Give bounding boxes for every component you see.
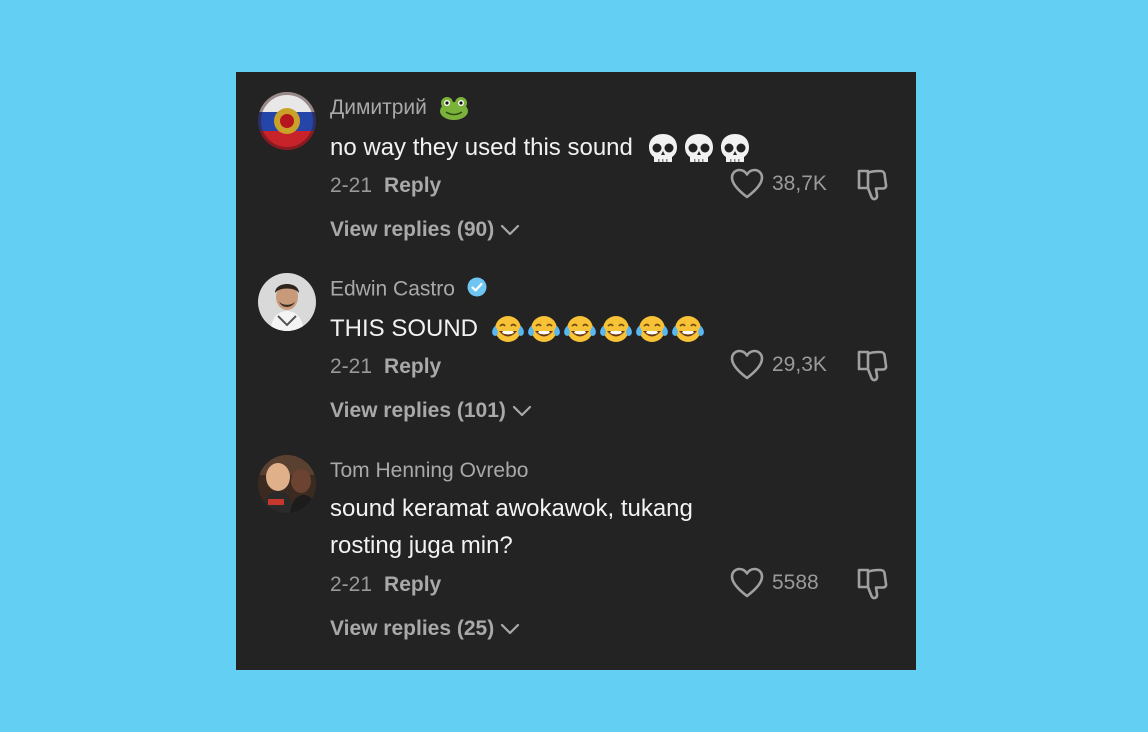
dislike-button[interactable] bbox=[856, 349, 888, 388]
avatar[interactable] bbox=[258, 92, 316, 150]
view-replies-label: View replies (101) bbox=[330, 399, 506, 422]
reply-button[interactable]: Reply bbox=[384, 174, 441, 197]
comment-username[interactable]: Edwin Castro bbox=[330, 277, 487, 303]
tears-of-joy-icon bbox=[599, 315, 632, 342]
comment-username[interactable]: Tom Henning Ovrebo bbox=[330, 459, 528, 483]
comment-text: no way they used this sound bbox=[330, 129, 770, 166]
chevron-down-icon bbox=[501, 623, 520, 635]
like-button[interactable]: 29,3K bbox=[730, 349, 827, 381]
tears-of-joy-icon bbox=[527, 315, 560, 342]
dislike-button[interactable] bbox=[856, 168, 888, 207]
verified-badge-icon bbox=[467, 277, 487, 303]
tears-of-joy-emoji-row bbox=[491, 314, 707, 346]
heart-icon bbox=[730, 168, 764, 199]
heart-icon bbox=[730, 567, 764, 598]
comment-text: sound keramat awokawok, tukang rosting j… bbox=[330, 490, 770, 564]
comment-date: 2-21 bbox=[330, 573, 373, 596]
skull-emoji-row bbox=[646, 132, 754, 166]
skull-icon bbox=[720, 133, 749, 162]
thumbs-down-icon bbox=[857, 350, 888, 382]
comment-date: 2-21 bbox=[330, 174, 373, 197]
chevron-down-icon bbox=[501, 224, 520, 236]
avatar[interactable] bbox=[258, 273, 316, 331]
avatar[interactable] bbox=[258, 455, 316, 513]
view-replies-button[interactable]: View replies (90) bbox=[330, 218, 520, 242]
like-count: 38,7K bbox=[772, 172, 827, 195]
heart-icon bbox=[730, 349, 764, 380]
comment-username[interactable]: Димитрий bbox=[330, 96, 471, 121]
tears-of-joy-icon bbox=[491, 315, 524, 342]
reply-button[interactable]: Reply bbox=[384, 573, 441, 596]
comment-text: THIS SOUND bbox=[330, 310, 770, 347]
thumbs-down-icon bbox=[857, 169, 888, 201]
view-replies-button[interactable]: View replies (101) bbox=[330, 399, 532, 423]
view-replies-button[interactable]: View replies (25) bbox=[330, 617, 520, 641]
comment-meta: 2-21 Reply bbox=[330, 573, 441, 597]
chevron-down-icon bbox=[512, 405, 531, 417]
like-button[interactable]: 5588 bbox=[730, 567, 819, 599]
view-replies-label: View replies (90) bbox=[330, 218, 495, 241]
username-text: Tom Henning Ovrebo bbox=[330, 459, 529, 482]
tears-of-joy-icon bbox=[671, 315, 704, 342]
comment-text-content: THIS SOUND bbox=[330, 315, 479, 342]
comment-text-content: sound keramat awokawok, tukang rosting j… bbox=[330, 495, 693, 559]
dislike-button[interactable] bbox=[856, 567, 888, 606]
frog-icon bbox=[439, 96, 471, 121]
reply-button[interactable]: Reply bbox=[384, 355, 441, 378]
skull-icon bbox=[684, 133, 713, 162]
comment-meta: 2-21 Reply bbox=[330, 174, 441, 198]
like-count: 5588 bbox=[772, 571, 819, 594]
tears-of-joy-icon bbox=[635, 315, 668, 342]
tears-of-joy-icon bbox=[563, 315, 596, 342]
comment-date: 2-21 bbox=[330, 355, 373, 378]
username-text: Димитрий bbox=[330, 96, 427, 119]
comment-meta: 2-21 Reply bbox=[330, 355, 441, 379]
view-replies-label: View replies (25) bbox=[330, 617, 495, 640]
comment-text-content: no way they used this sound bbox=[330, 134, 633, 161]
skull-icon bbox=[648, 133, 677, 162]
username-text: Edwin Castro bbox=[330, 277, 455, 301]
like-count: 29,3K bbox=[772, 353, 827, 376]
like-button[interactable]: 38,7K bbox=[730, 168, 827, 200]
comments-panel: Димитрий no way they used this sound 2-2… bbox=[236, 72, 916, 670]
thumbs-down-icon bbox=[857, 568, 888, 600]
